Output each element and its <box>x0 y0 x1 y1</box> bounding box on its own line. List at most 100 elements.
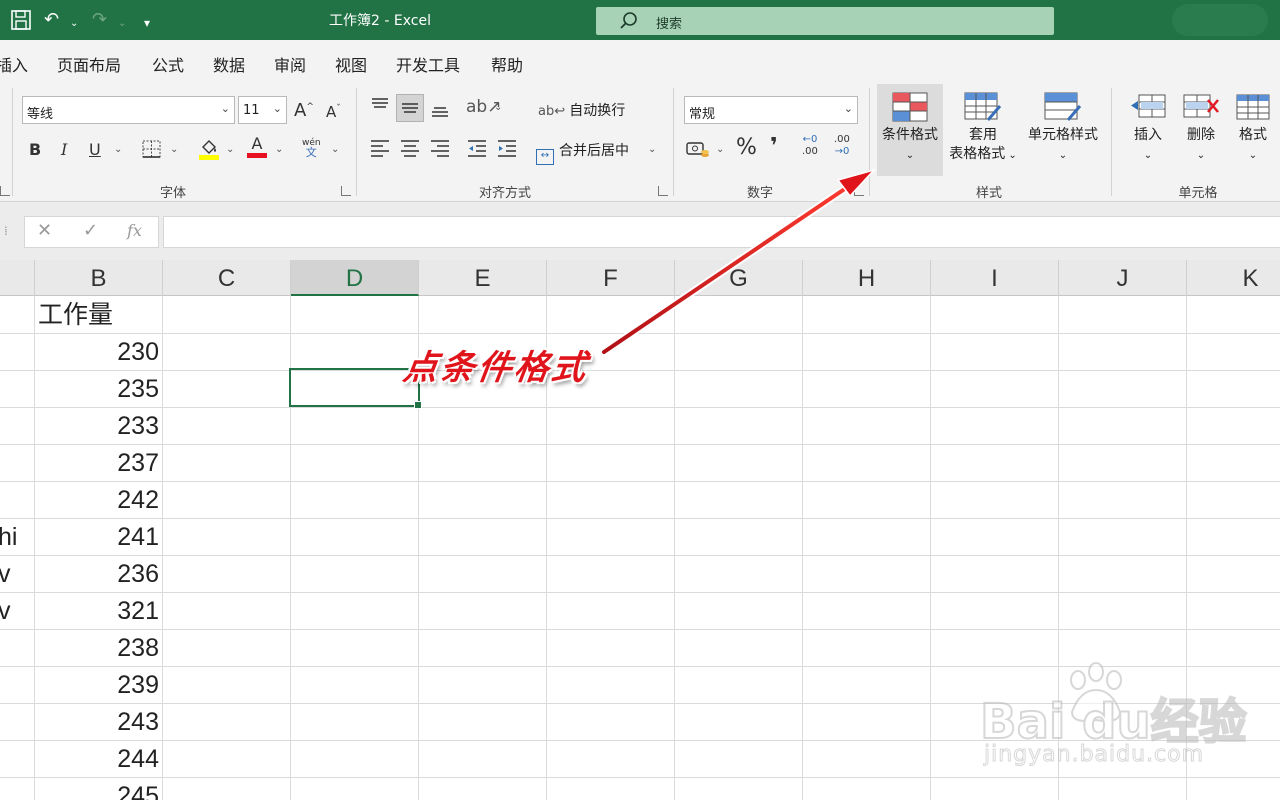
cell-b1[interactable]: 工作量 <box>38 296 162 333</box>
font-name-select[interactable]: 等线 ⌄ <box>22 96 235 124</box>
cell-a6[interactable] <box>0 481 33 518</box>
chevron-down-icon[interactable]: ⌄ <box>716 144 724 155</box>
cell-b4[interactable]: 233 <box>35 407 163 444</box>
format-as-table-label-line1: 套用 <box>969 127 997 143</box>
wrap-text-button[interactable]: ab↩ 自动换行 <box>538 100 625 120</box>
column-header-i[interactable]: I <box>931 260 1059 296</box>
fill-color-button[interactable] <box>198 137 220 167</box>
cell-a5[interactable] <box>0 444 33 481</box>
font-launcher-icon[interactable] <box>341 186 351 196</box>
insert-cells-button[interactable]: 插入 ⌄ <box>1124 84 1172 176</box>
underline-button[interactable]: U <box>89 139 101 161</box>
align-bottom-button[interactable] <box>430 98 450 124</box>
cell-a9[interactable]: v <box>0 592 33 629</box>
cell-b7[interactable]: 241 <box>35 518 163 555</box>
font-size-select[interactable]: 11 ⌄ <box>238 96 287 124</box>
cell-b9[interactable]: 321 <box>35 592 163 629</box>
italic-button[interactable]: I <box>61 139 67 161</box>
column-header-b[interactable]: B <box>35 260 163 296</box>
search-box[interactable]: 搜索 <box>596 7 1054 35</box>
cell-a2[interactable] <box>0 333 33 370</box>
increase-indent-button[interactable] <box>497 138 517 164</box>
column-header-e[interactable]: E <box>419 260 547 296</box>
shrink-font-button[interactable]: Aˇ <box>326 98 341 123</box>
cell-a12[interactable] <box>0 703 33 740</box>
number-format-select[interactable]: 常规 ⌄ <box>684 96 858 124</box>
tab-formulas[interactable]: 公式 <box>152 52 184 76</box>
cell-b10[interactable]: 238 <box>35 629 163 666</box>
column-header-k[interactable]: K <box>1187 260 1280 296</box>
column-header-c[interactable]: C <box>163 260 291 296</box>
borders-button[interactable] <box>142 139 162 165</box>
insert-function-icon[interactable]: fx <box>127 221 142 240</box>
chevron-down-icon[interactable]: ⌄ <box>331 144 339 155</box>
align-right-button[interactable] <box>430 138 450 164</box>
chevron-down-icon[interactable]: ⌄ <box>275 144 283 155</box>
align-top-button[interactable] <box>370 96 390 122</box>
tab-data[interactable]: 数据 <box>213 52 245 76</box>
column-header-g[interactable]: G <box>675 260 803 296</box>
cell-b11[interactable]: 239 <box>35 666 163 703</box>
conditional-formatting-button[interactable]: 条件格式 ⌄ <box>877 84 943 176</box>
cancel-icon[interactable]: ✕ <box>37 220 52 241</box>
cell-b13[interactable]: 244 <box>35 740 163 777</box>
column-header-f[interactable]: F <box>547 260 675 296</box>
tab-view[interactable]: 视图 <box>335 52 367 76</box>
chevron-down-icon[interactable]: ⌄ <box>494 102 502 113</box>
cell-styles-button[interactable]: 单元格样式 ⌄ <box>1023 84 1103 176</box>
bold-button[interactable]: B <box>29 139 41 161</box>
align-center-button[interactable] <box>400 138 420 164</box>
delete-cells-button[interactable]: 删除 ⌄ <box>1176 84 1226 176</box>
column-header-h[interactable]: H <box>803 260 931 296</box>
tab-help[interactable]: 帮助 <box>491 52 523 76</box>
font-color-button[interactable]: A <box>247 135 267 158</box>
column-header-j[interactable]: J <box>1059 260 1187 296</box>
tab-review[interactable]: 审阅 <box>274 52 306 76</box>
cell-a3[interactable] <box>0 370 33 407</box>
align-left-button[interactable] <box>370 138 390 164</box>
cell-b5[interactable]: 237 <box>35 444 163 481</box>
chevron-down-icon[interactable]: ⌄ <box>114 144 122 155</box>
clipboard-launcher-icon[interactable] <box>0 186 10 196</box>
account-area[interactable] <box>1172 4 1268 36</box>
comma-style-button[interactable]: ❜ <box>770 136 778 158</box>
cell-a14[interactable] <box>0 777 33 800</box>
alignment-launcher-icon[interactable] <box>658 186 668 196</box>
percent-button[interactable]: % <box>736 137 757 159</box>
cell-b2[interactable]: 230 <box>35 333 163 370</box>
chevron-down-icon[interactable]: ⌄ <box>170 144 178 155</box>
cell-a11[interactable] <box>0 666 33 703</box>
grow-font-button[interactable]: A^ <box>294 96 314 122</box>
cell-a10[interactable] <box>0 629 33 666</box>
formula-input[interactable] <box>163 216 1280 248</box>
cell-b6[interactable]: 242 <box>35 481 163 518</box>
format-cells-button[interactable]: 格式 ⌄ <box>1230 84 1276 176</box>
cell-a4[interactable] <box>0 407 33 444</box>
tab-insert[interactable]: 插入 <box>0 52 28 76</box>
decrease-decimal-button[interactable]: .00 →0 <box>834 134 850 158</box>
cell-a13[interactable] <box>0 740 33 777</box>
tab-developer[interactable]: 开发工具 <box>396 52 460 76</box>
tab-page-layout[interactable]: 页面布局 <box>57 52 121 76</box>
column-header-d[interactable]: D <box>291 260 419 296</box>
cell-b12[interactable]: 243 <box>35 703 163 740</box>
column-header-a[interactable] <box>0 260 35 296</box>
number-launcher-icon[interactable] <box>854 186 864 196</box>
format-as-table-button[interactable]: 套用 表格格式 ⌄ <box>943 84 1023 176</box>
name-box-handle-icon[interactable]: ⁞ <box>4 224 8 238</box>
increase-decimal-button[interactable]: ←0.00 <box>802 134 818 158</box>
cell-b14[interactable]: 245 <box>35 777 163 800</box>
cell-a7[interactable]: hi <box>0 518 33 555</box>
decrease-indent-button[interactable] <box>467 138 487 164</box>
chevron-down-icon[interactable]: ⌄ <box>226 144 234 155</box>
enter-icon[interactable]: ✓ <box>83 220 98 241</box>
cell-a8[interactable]: v <box>0 555 33 592</box>
cell-b8[interactable]: 236 <box>35 555 163 592</box>
accounting-format-button[interactable] <box>686 138 710 166</box>
chevron-down-icon[interactable]: ⌄ <box>648 144 656 155</box>
merge-center-button[interactable]: ↔ 合并后居中 <box>536 140 629 165</box>
format-as-table-icon <box>964 92 1002 121</box>
align-middle-button[interactable] <box>396 94 424 122</box>
phonetic-button[interactable]: wén 文 <box>302 138 321 158</box>
cell-b3[interactable]: 235 <box>35 370 163 407</box>
